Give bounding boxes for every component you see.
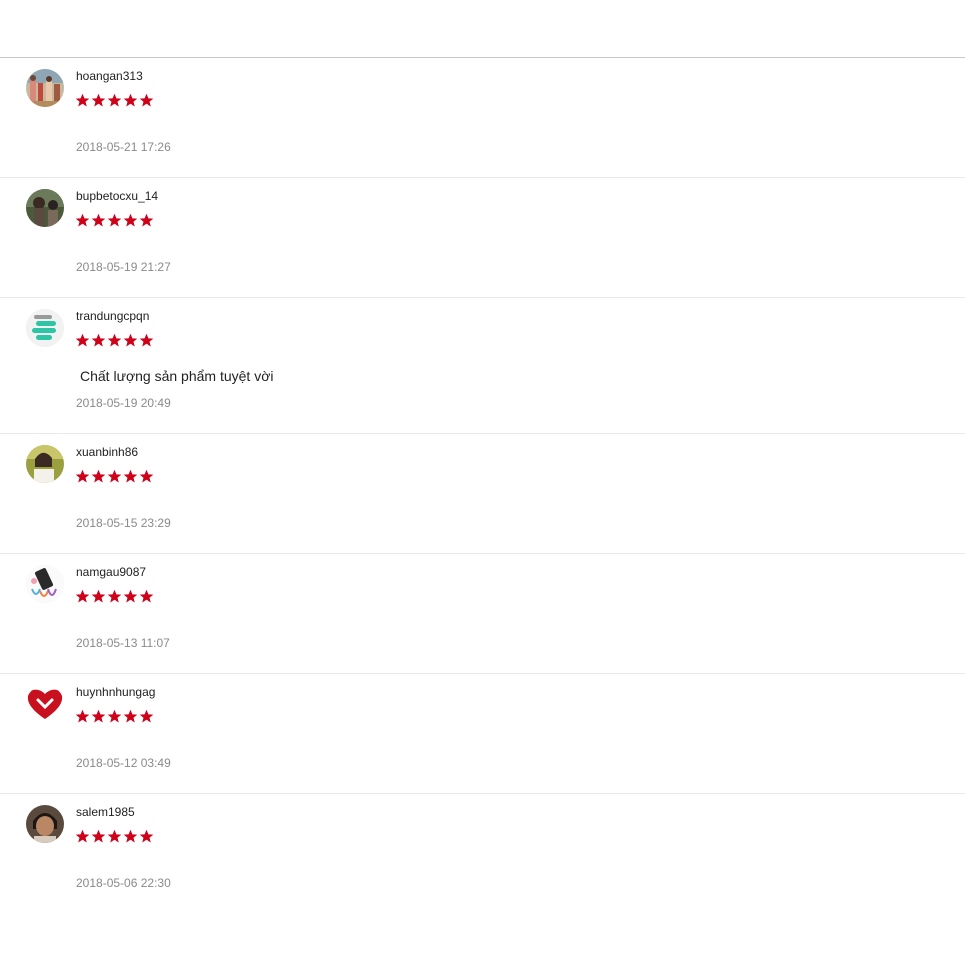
review-item: huynhnhungag 2018-05-12 03:49 [0, 674, 965, 794]
star-icon [107, 469, 122, 483]
star-rating [75, 709, 154, 727]
star-icon [139, 709, 154, 723]
user-avatar[interactable] [26, 445, 64, 483]
star-icon [75, 213, 90, 227]
review-item: xuanbinh86 2018-05-15 23:29 [0, 434, 965, 554]
phone-ribbon-avatar-icon [26, 565, 64, 603]
star-icon [139, 333, 154, 347]
red-heart-avatar-icon [26, 685, 64, 723]
review-item: trandungcpqn Chất lượng sản phẩm tuyệt v… [0, 298, 965, 434]
star-rating [75, 829, 154, 847]
star-icon [123, 709, 138, 723]
user-avatar[interactable] [26, 189, 64, 227]
star-rating [75, 93, 154, 111]
review-timestamp: 2018-05-06 22:30 [76, 876, 171, 890]
star-icon [91, 589, 106, 603]
product-reviews-page: hoangan313 2018-05-21 17:26 bupbetocxu_1… [0, 0, 965, 965]
star-icon [75, 589, 90, 603]
outdoor-photo-avatar-icon [26, 189, 64, 227]
star-icon [123, 333, 138, 347]
review-timestamp: 2018-05-15 23:29 [76, 516, 171, 530]
star-icon [139, 213, 154, 227]
review-username[interactable]: huynhnhungag [76, 685, 155, 699]
star-icon [139, 589, 154, 603]
star-icon [91, 333, 106, 347]
star-icon [107, 213, 122, 227]
star-icon [107, 93, 122, 107]
user-avatar[interactable] [26, 805, 64, 843]
star-icon [75, 469, 90, 483]
review-list: hoangan313 2018-05-21 17:26 bupbetocxu_1… [0, 58, 965, 914]
portrait-photo-avatar-icon [26, 445, 64, 483]
user-avatar[interactable] [26, 309, 64, 347]
review-username[interactable]: bupbetocxu_14 [76, 189, 158, 203]
chat-bubbles-avatar-icon [26, 309, 64, 347]
user-avatar[interactable] [26, 685, 64, 723]
review-timestamp: 2018-05-21 17:26 [76, 140, 171, 154]
review-username[interactable]: hoangan313 [76, 69, 143, 83]
star-icon [91, 213, 106, 227]
star-icon [91, 469, 106, 483]
family-photo-avatar-icon [26, 69, 64, 107]
star-icon [107, 829, 122, 843]
star-icon [75, 709, 90, 723]
review-item: salem1985 2018-05-06 22:30 [0, 794, 965, 914]
review-timestamp: 2018-05-19 20:49 [76, 396, 171, 410]
review-item: bupbetocxu_14 2018-05-19 21:27 [0, 178, 965, 298]
review-item: namgau9087 2018-05-13 11:07 [0, 554, 965, 674]
star-rating [75, 213, 154, 231]
star-icon [107, 589, 122, 603]
star-icon [75, 333, 90, 347]
review-username[interactable]: salem1985 [76, 805, 135, 819]
star-icon [75, 93, 90, 107]
user-avatar[interactable] [26, 69, 64, 107]
star-icon [123, 589, 138, 603]
star-icon [91, 709, 106, 723]
star-rating [75, 333, 154, 351]
review-username[interactable]: namgau9087 [76, 565, 146, 579]
child-portrait-avatar-icon [26, 805, 64, 843]
review-item: hoangan313 2018-05-21 17:26 [0, 58, 965, 178]
star-rating [75, 469, 154, 487]
star-icon [139, 829, 154, 843]
star-icon [107, 709, 122, 723]
review-timestamp: 2018-05-13 11:07 [76, 636, 170, 650]
user-avatar[interactable] [26, 565, 64, 603]
star-icon [75, 829, 90, 843]
star-icon [139, 93, 154, 107]
star-icon [123, 213, 138, 227]
review-username[interactable]: trandungcpqn [76, 309, 149, 323]
star-rating [75, 589, 154, 607]
star-icon [91, 829, 106, 843]
review-comment: Chất lượng sản phẩm tuyệt vời [80, 368, 274, 384]
review-username[interactable]: xuanbinh86 [76, 445, 138, 459]
star-icon [123, 469, 138, 483]
star-icon [91, 93, 106, 107]
star-icon [123, 93, 138, 107]
star-icon [107, 333, 122, 347]
star-icon [139, 469, 154, 483]
review-timestamp: 2018-05-12 03:49 [76, 756, 171, 770]
review-timestamp: 2018-05-19 21:27 [76, 260, 171, 274]
star-icon [123, 829, 138, 843]
